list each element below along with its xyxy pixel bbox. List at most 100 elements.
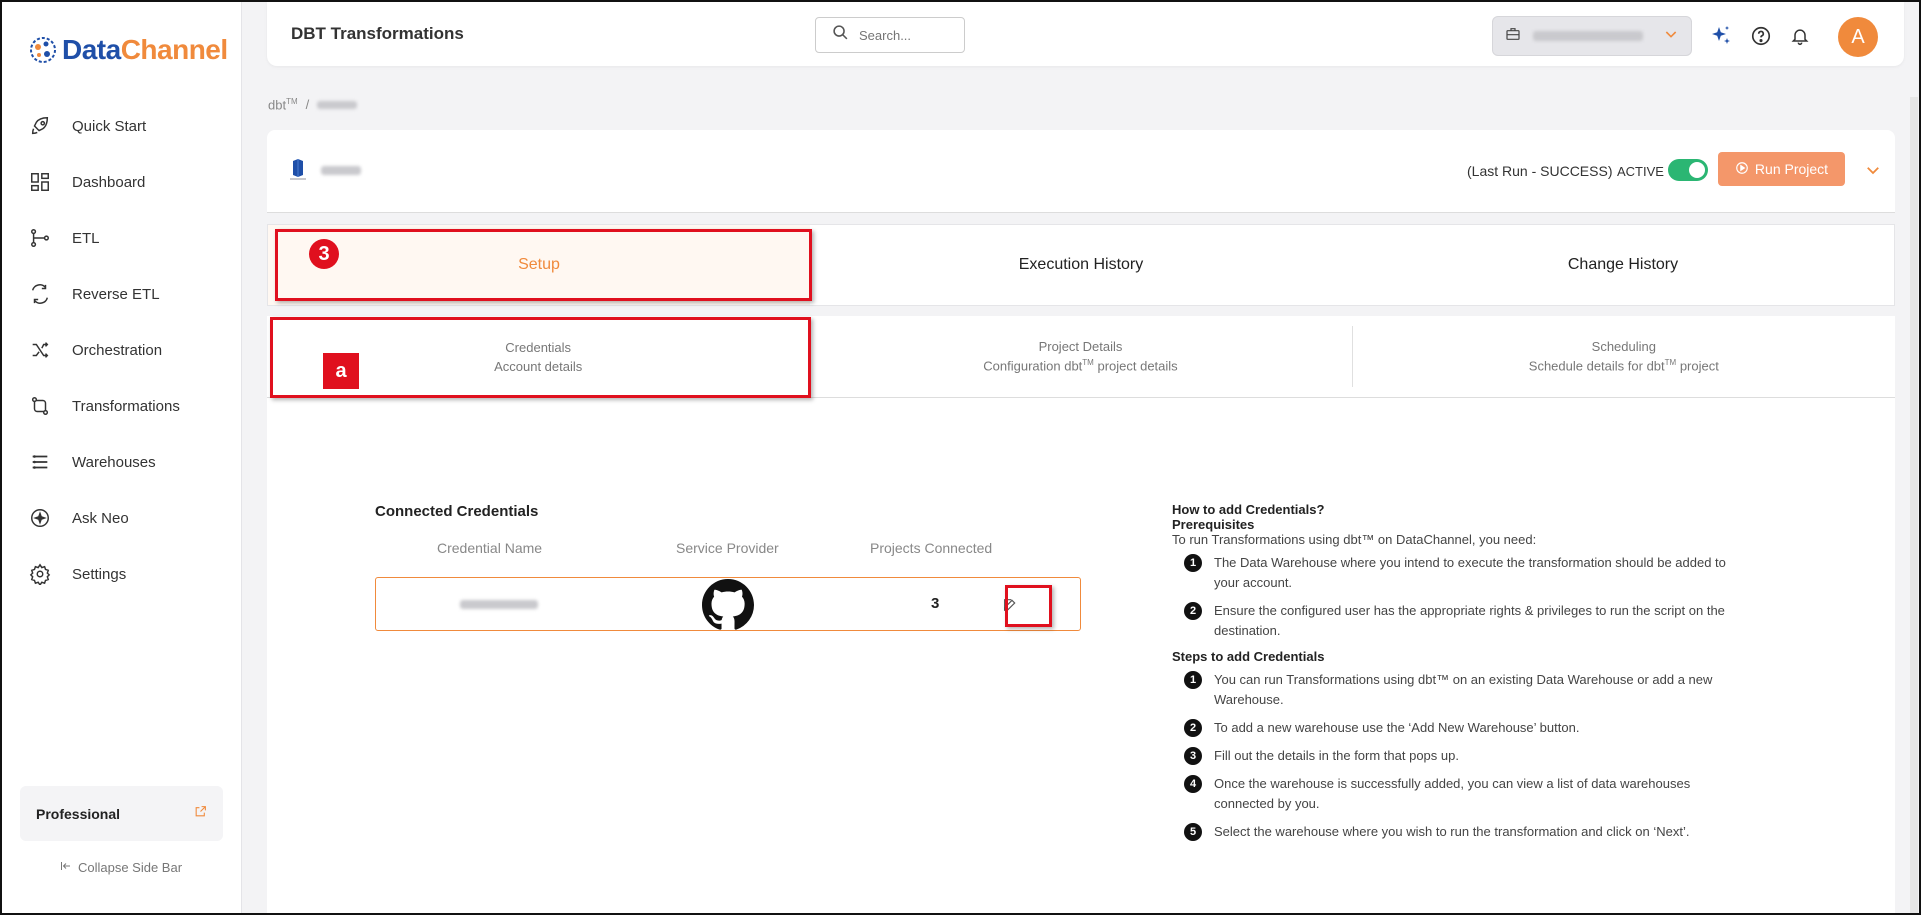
last-run-status: (Last Run - SUCCESS) [1467, 163, 1613, 179]
plan-label: Professional [36, 805, 121, 822]
search-icon [832, 24, 849, 46]
tab-change-history[interactable]: Change History [1352, 225, 1894, 305]
help-icon[interactable] [1749, 24, 1773, 48]
sidebar-item-label: Warehouses [72, 453, 156, 471]
datachannel-logo[interactable]: DataChannel [28, 34, 228, 66]
transformations-icon [28, 394, 52, 418]
breadcrumb: dbtTM / [268, 97, 358, 113]
sidebar-item-label: Reverse ETL [72, 285, 160, 303]
sidebar-item-label: Settings [72, 565, 127, 583]
breadcrumb-root[interactable]: dbtTM [268, 97, 298, 112]
sidebar-item-dashboard[interactable]: Dashboard [0, 154, 242, 210]
list-item: 2 To add a new warehouse use the ‘Add New… [1172, 718, 1732, 738]
tab-setup[interactable]: Setup [268, 225, 810, 305]
step-number-2: 2 [1184, 602, 1202, 620]
sidebar-item-warehouses[interactable]: Warehouses [0, 434, 242, 490]
page-scrollbar[interactable] [1910, 97, 1918, 915]
sidebar-item-reverse-etl[interactable]: Reverse ETL [0, 266, 242, 322]
active-toggle[interactable] [1668, 159, 1708, 181]
plan-card[interactable]: Professional [20, 786, 223, 841]
subtab-project-details[interactable]: Project Details Configuration dbtTM proj… [809, 316, 1351, 397]
run-project-button[interactable]: Run Project [1718, 152, 1845, 186]
help-panel: How to add Credentials? Prerequisites To… [1172, 502, 1732, 850]
active-label: ACTIVE [1617, 164, 1664, 179]
setup-content: Credentials Account details Project Deta… [267, 316, 1895, 915]
page-title: DBT Transformations [291, 24, 464, 43]
step-number-5: 5 [1184, 823, 1202, 841]
sidebar-item-quick-start[interactable]: Quick Start [0, 98, 242, 154]
breadcrumb-separator: / [305, 97, 310, 113]
sidebar-item-label: Ask Neo [72, 509, 129, 527]
sidebar-item-orchestration[interactable]: Orchestration [0, 322, 242, 378]
step-number-2: 2 [1184, 719, 1202, 737]
column-header-service-provider: Service Provider [676, 540, 779, 556]
sidebar: DataChannel Quick Start Dashboard ETL Re… [0, 0, 242, 915]
github-icon [702, 579, 754, 636]
dashboard-icon [28, 170, 52, 194]
tab-execution-history[interactable]: Execution History [810, 225, 1352, 305]
orchestration-icon [28, 338, 52, 362]
collapse-arrow-icon [60, 860, 72, 875]
list-item: 3 Fill out the details in the form that p… [1172, 746, 1732, 766]
subtab-title: Project Details [1038, 339, 1123, 355]
subtab-scheduling[interactable]: Scheduling Schedule details for dbtTM pr… [1351, 326, 1895, 387]
sidebar-item-label: Quick Start [72, 117, 147, 135]
edit-credential-button[interactable] [998, 593, 1022, 617]
sidebar-item-transformations[interactable]: Transformations [0, 378, 242, 434]
workspace-selector[interactable] [1492, 16, 1692, 56]
warehouses-icon [28, 450, 52, 474]
project-logo-icon [285, 156, 311, 182]
steps-title: Steps to add Credentials [1172, 649, 1325, 664]
collapse-label: Collapse Side Bar [77, 860, 183, 875]
sidebar-item-label: Transformations [72, 397, 180, 415]
subtab-subtitle: Account details [494, 358, 583, 374]
bell-icon[interactable] [1788, 24, 1812, 48]
search-input[interactable] [859, 27, 949, 43]
steps-list: 1 You can run Transformations using dbt™ … [1172, 670, 1732, 842]
credential-name-redacted [460, 600, 538, 609]
collapse-sidebar-button[interactable]: Collapse Side Bar [0, 860, 242, 875]
sidebar-item-ask-neo[interactable]: Ask Neo [0, 490, 242, 546]
user-avatar[interactable]: A [1838, 17, 1878, 57]
sidebar-nav: Quick Start Dashboard ETL Reverse ETL Or… [0, 98, 242, 602]
breadcrumb-project-redacted[interactable] [317, 100, 358, 109]
step-number-3: 3 [1184, 747, 1202, 765]
chevron-down-icon[interactable] [1864, 161, 1882, 184]
subtab-title: Scheduling [1591, 339, 1656, 355]
search-box[interactable] [815, 17, 965, 53]
subtab-subtitle: Configuration dbtTM project details [983, 358, 1178, 374]
prerequisites-title: Prerequisites [1172, 517, 1255, 532]
list-item: 5 Select the warehouse where you wish to … [1172, 822, 1732, 842]
step-number-4: 4 [1184, 775, 1202, 793]
reverse-etl-icon [28, 282, 52, 306]
help-title: How to add Credentials? [1172, 502, 1325, 517]
column-header-credential-name: Credential Name [437, 540, 543, 556]
column-header-projects-connected: Projects Connected [870, 540, 993, 556]
step-number-1: 1 [1184, 554, 1202, 572]
play-circle-icon [1735, 161, 1749, 178]
sidebar-item-label: ETL [72, 229, 100, 247]
edit-icon [1004, 599, 1016, 611]
chevron-down-icon [1663, 26, 1679, 47]
external-link-icon[interactable] [194, 805, 207, 823]
sidebar-item-settings[interactable]: Settings [0, 546, 242, 602]
step-number-1: 1 [1184, 671, 1202, 689]
project-name-redacted [321, 166, 361, 175]
subtab-title: Credentials [505, 339, 572, 355]
credential-row[interactable]: 3 [375, 577, 1081, 631]
list-item: 4 Once the warehouse is successfully adde… [1172, 774, 1732, 814]
logo-text: DataChannel [62, 34, 228, 65]
list-item: 2 Ensure the configured user has the appr… [1172, 601, 1732, 641]
subtab-subtitle: Schedule details for dbtTM project [1528, 358, 1719, 374]
projects-connected-count: 3 [931, 595, 940, 612]
logo-globe-icon [30, 37, 56, 63]
sidebar-item-etl[interactable]: ETL [0, 210, 242, 266]
setup-subtabs: Credentials Account details Project Deta… [267, 316, 1895, 398]
workspace-name-redacted [1533, 31, 1643, 41]
top-header: DBT Transformations A [267, 2, 1904, 66]
briefcase-icon [1505, 26, 1521, 47]
list-item: 1 You can run Transformations using dbt™ … [1172, 670, 1732, 710]
ai-sparkle-icon[interactable] [1709, 24, 1733, 48]
project-bar: (Last Run - SUCCESS) ACTIVE Run Project [267, 130, 1895, 213]
annotation-sub-marker: a [323, 353, 359, 389]
